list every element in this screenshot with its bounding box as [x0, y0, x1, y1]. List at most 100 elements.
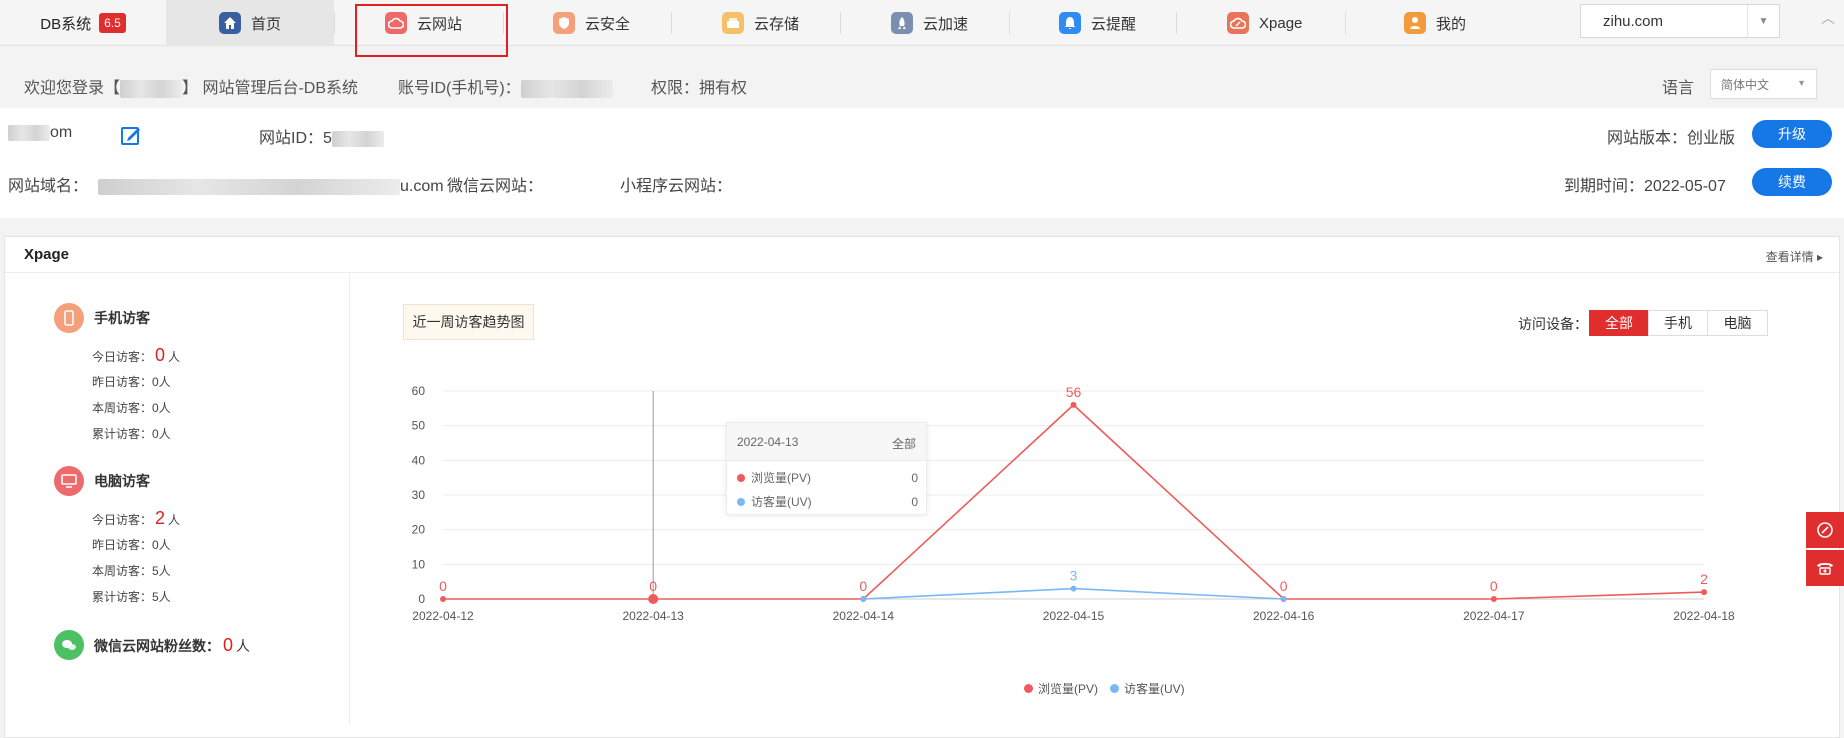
- nav-label: 云提醒: [1091, 15, 1137, 33]
- tooltip-scope: 全部: [891, 437, 916, 451]
- chart-tooltip: 2022-04-13 全部 浏览量(PV) 0 访客量(UV) 0: [726, 422, 927, 515]
- telephone-icon: [1817, 563, 1833, 575]
- mobile-week: 本周访客：0人: [92, 401, 171, 415]
- nav-label: Xpage: [1259, 14, 1303, 32]
- weekly-trend-button[interactable]: 近一周访客趋势图: [403, 304, 534, 340]
- collapse-up-icon[interactable]: ︿: [1818, 8, 1838, 34]
- site-domain: 网站域名： u.com: [8, 172, 444, 196]
- language-select[interactable]: 简体中文 ▼: [1710, 69, 1817, 99]
- data-label: 2: [1700, 571, 1708, 587]
- shield-icon: [553, 12, 575, 34]
- x-tick-label: 2022-04-14: [833, 609, 895, 623]
- site-version: 网站版本：创业版: [1607, 130, 1736, 147]
- mobile-visitors-title: 手机访客: [94, 310, 150, 326]
- device-option-all[interactable]: 全部: [1589, 310, 1649, 336]
- pv-dot-icon: [1024, 684, 1033, 693]
- redacted-site-name: [8, 124, 50, 141]
- tooltip-row-uv: 访客量(UV) 0: [737, 493, 918, 510]
- miniprogram-site-label: 小程序云网站：: [620, 178, 733, 195]
- site-name: om: [8, 124, 72, 142]
- monitor-icon: [54, 466, 84, 496]
- brand[interactable]: DB系统 6.5: [0, 0, 166, 46]
- top-navbar: DB系统 6.5 首页 云网站 云安全 云存储 云加速 云提醒 Xpage 我的…: [0, 0, 1844, 46]
- site-id-label: 网站ID：: [259, 130, 324, 147]
- data-label: 0: [859, 578, 867, 594]
- account-id: 账号ID(手机号)：: [398, 74, 613, 98]
- site-select[interactable]: zihu.com ▼: [1580, 4, 1780, 38]
- wechat-icon: [54, 630, 84, 660]
- legend-item-pv[interactable]: 浏览量(PV): [1024, 680, 1098, 697]
- stat-unit: 人: [236, 637, 251, 654]
- legend-item-uv[interactable]: 访客量(UV): [1110, 680, 1185, 697]
- nav-item-cloud-speed[interactable]: 云加速: [891, 0, 968, 46]
- y-tick-label: 60: [412, 384, 426, 398]
- nav-item-mine[interactable]: 我的: [1404, 0, 1466, 46]
- float-edit-button[interactable]: [1806, 512, 1844, 548]
- nav-divider: [671, 12, 672, 34]
- stat-unit: 人: [168, 513, 181, 527]
- pc-today: 今日访客： 2 人: [92, 508, 180, 529]
- nav-item-cloud-storage[interactable]: 云存储: [722, 0, 799, 46]
- mobile-yesterday: 昨日访客：0人: [92, 375, 171, 389]
- tooltip-uv-label: 访客量(UV): [751, 495, 812, 509]
- nav-item-xpage[interactable]: Xpage: [1227, 0, 1302, 46]
- float-phone-button[interactable]: [1806, 550, 1844, 586]
- tooltip-pv-value: 0: [911, 470, 918, 485]
- visitor-trend-chart: 01020304050602022-04-12 2022-04-13 2022-04…: [412, 384, 1735, 623]
- upgrade-button[interactable]: 升级: [1752, 120, 1832, 148]
- data-point: [1070, 585, 1077, 592]
- data-point: [860, 596, 867, 602]
- renew-button[interactable]: 续费: [1752, 168, 1832, 196]
- stat-unit: 人: [168, 350, 181, 364]
- welcome-text: 欢迎您登录【 】 网站管理后台-DB系统: [24, 74, 358, 98]
- mobile-total: 累计访客：0人: [92, 427, 171, 441]
- nav-divider: [334, 12, 335, 34]
- welcome-bar: 欢迎您登录【 】 网站管理后台-DB系统 账号ID(手机号)： 权限：拥有权: [0, 62, 1844, 106]
- nav-item-cloud-remind[interactable]: 云提醒: [1059, 0, 1136, 46]
- nav-divider: [1176, 12, 1177, 34]
- chevron-down-icon: ▼: [1797, 78, 1806, 88]
- chevron-down-icon[interactable]: ▼: [1747, 5, 1779, 37]
- pc-total: 累计访客：5人: [92, 590, 171, 604]
- device-option-mobile[interactable]: 手机: [1648, 310, 1708, 336]
- pc-visitors-header: 电脑访客: [54, 466, 150, 496]
- data-label: 3: [1070, 568, 1078, 584]
- pc-visitors-title: 电脑访客: [94, 473, 150, 489]
- x-tick-label: 2022-04-12: [412, 609, 474, 623]
- nav-label: 首页: [250, 15, 281, 33]
- data-point: [1070, 401, 1077, 408]
- data-point: [440, 596, 446, 602]
- xpage-icon: [1227, 12, 1249, 34]
- data-point: [648, 594, 659, 604]
- redacted-site-id: [331, 130, 384, 147]
- mobile-today: 今日访客： 0 人: [92, 345, 180, 366]
- nav-divider: [840, 12, 841, 34]
- stat-value: 2: [155, 508, 166, 528]
- y-tick-label: 30: [412, 488, 426, 502]
- panel-title: Xpage: [24, 246, 70, 263]
- y-tick-label: 10: [412, 557, 426, 571]
- site-id: 网站ID：5: [259, 124, 384, 148]
- x-tick-label: 2022-04-16: [1253, 609, 1315, 623]
- pv-dot-icon: [737, 473, 745, 482]
- y-tick-label: 0: [418, 592, 425, 606]
- tooltip-date: 2022-04-13: [737, 435, 799, 449]
- rocket-icon: [891, 12, 913, 34]
- nav-item-home[interactable]: 首页: [166, 0, 334, 46]
- brand-name: DB系统: [40, 15, 92, 33]
- device-option-pc[interactable]: 电脑: [1707, 310, 1768, 336]
- chevron-right-icon: ▸: [1816, 250, 1823, 264]
- redacted-username: [120, 79, 183, 98]
- site-select-value: zihu.com: [1603, 12, 1664, 30]
- pc-yesterday: 昨日访客：0人: [92, 538, 171, 552]
- version-badge: 6.5: [99, 13, 126, 33]
- stat-value: 0: [223, 634, 234, 655]
- x-tick-label: 2022-04-15: [1043, 609, 1105, 623]
- x-tick-label: 2022-04-17: [1463, 609, 1525, 623]
- tooltip-uv-value: 0: [911, 494, 918, 509]
- data-point: [1280, 596, 1287, 602]
- edit-icon[interactable]: [120, 124, 142, 146]
- phone-icon: [54, 303, 84, 333]
- nav-item-cloud-security[interactable]: 云安全: [553, 0, 630, 46]
- view-details-link[interactable]: 查看详情 ▸: [1766, 248, 1823, 265]
